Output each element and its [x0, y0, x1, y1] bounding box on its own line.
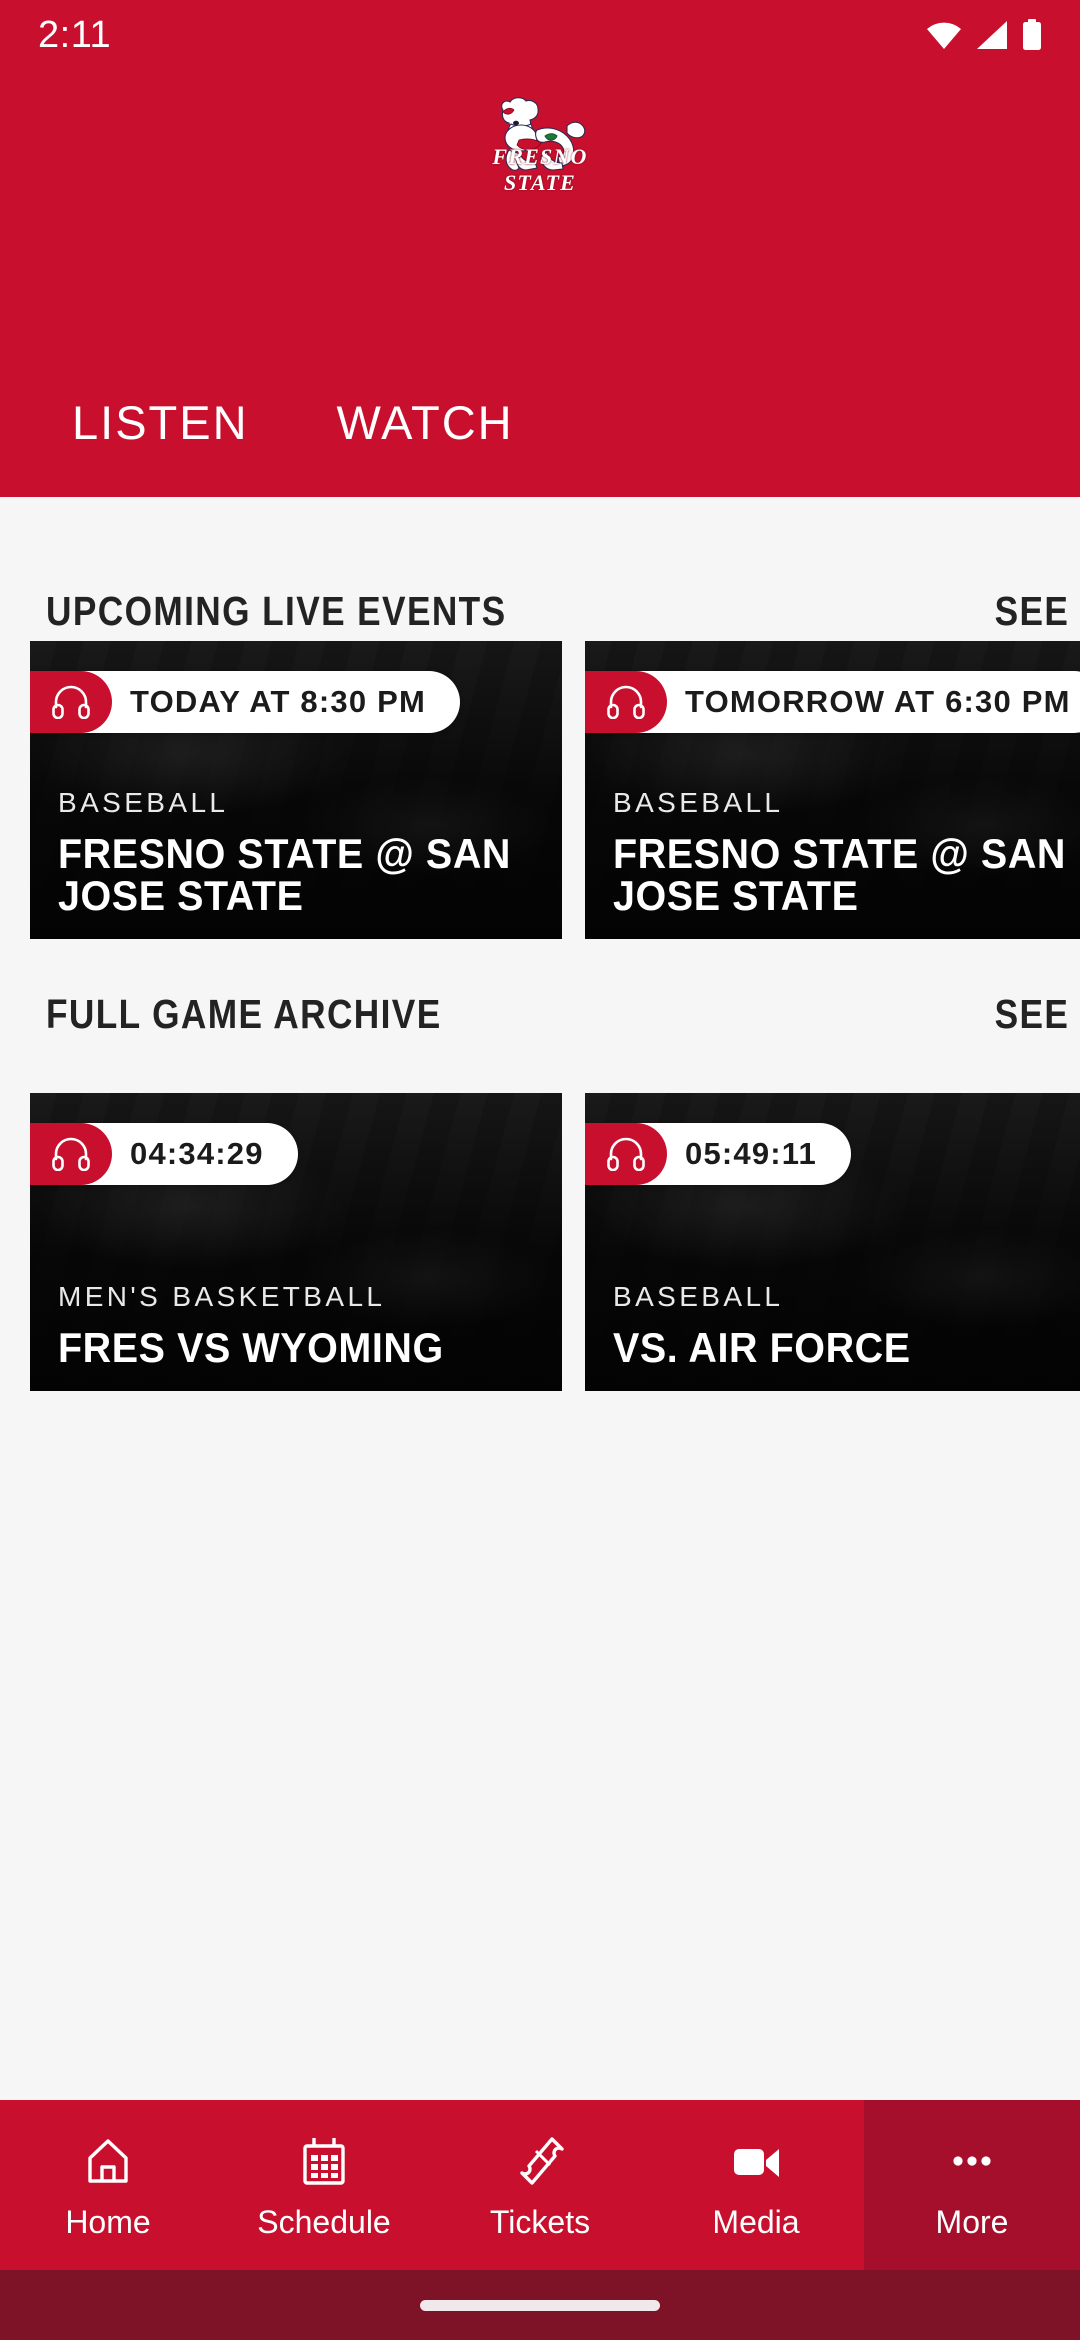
main-content: UPCOMING LIVE EVENTS SEE ALL: [0, 497, 1080, 2100]
headphones-icon: [585, 1123, 667, 1185]
nav-item-media[interactable]: Media: [648, 2100, 864, 2270]
event-time-text: TODAY AT 8:30 PM: [130, 684, 426, 719]
event-sport-label: BASEBALL: [58, 787, 229, 818]
upcoming-events-carousel[interactable]: TODAY AT 8:30 PM BASEBALL FRESNO STATE @…: [0, 641, 1080, 939]
archive-title: FRES VS WYOMING: [58, 1324, 444, 1371]
section-header: UPCOMING LIVE EVENTS SEE ALL: [0, 497, 1080, 635]
nav-item-tickets[interactable]: Tickets: [432, 2100, 648, 2270]
nav-item-more[interactable]: More: [864, 2100, 1080, 2270]
ellipsis-icon: [944, 2130, 1000, 2192]
card-text-block: BASEBALL FRESNO STATE @ SAN JOSE STATE: [58, 787, 542, 917]
calendar-icon: [296, 2130, 352, 2192]
archive-duration-text: 04:34:29: [130, 1136, 264, 1171]
status-bar-clock: 2:11: [38, 13, 112, 56]
tab-watch[interactable]: WATCH: [323, 389, 528, 456]
event-sport-label: BASEBALL: [613, 787, 784, 818]
bottom-navigation: Home Schedule Tickets Media More: [0, 2100, 1080, 2340]
home-icon: [80, 2130, 136, 2192]
event-title: FRESNO STATE @ SAN JOSE STATE: [58, 830, 511, 919]
archive-card[interactable]: 04:34:29 MEN'S BASKETBALL FRES VS WYOMIN…: [30, 1093, 562, 1391]
wifi-icon: [926, 20, 962, 50]
archive-card[interactable]: 05:49:11 BASEBALL VS. AIR FORCE: [585, 1093, 1080, 1391]
logo-wordmark: FRESNO STATE: [492, 144, 588, 195]
headphones-icon: [30, 1123, 112, 1185]
media-tabs: LISTEN WATCH: [0, 347, 1080, 497]
event-time-badge: TOMORROW AT 6:30 PM: [585, 671, 1080, 733]
event-title: FRESNO STATE @ SAN JOSE STATE: [613, 830, 1066, 919]
ticket-icon: [512, 2130, 568, 2192]
card-text-block: BASEBALL FRESNO STATE @ SAN JOSE STATE: [613, 787, 1080, 917]
nav-label-schedule: Schedule: [257, 2203, 391, 2240]
archive-carousel[interactable]: 04:34:29 MEN'S BASKETBALL FRES VS WYOMIN…: [0, 1093, 1080, 1391]
event-card[interactable]: TOMORROW AT 6:30 PM BASEBALL FRESNO STAT…: [585, 641, 1080, 939]
nav-item-home[interactable]: Home: [0, 2100, 216, 2270]
status-bar: 2:11: [0, 0, 1080, 70]
see-all-upcoming-button[interactable]: SEE ALL: [995, 588, 1080, 635]
app-screen: 2:11 FRESNO STATE LISTEN WATCH UPCOMING …: [0, 0, 1080, 2340]
see-all-archive-button[interactable]: SEE ALL: [995, 991, 1080, 1038]
event-time-text: TOMORROW AT 6:30 PM: [685, 684, 1071, 719]
nav-label-tickets: Tickets: [489, 2203, 591, 2240]
archive-duration-badge: 05:49:11: [585, 1123, 851, 1185]
section-title-archive: FULL GAME ARCHIVE: [46, 991, 442, 1037]
cellular-signal-icon: [975, 20, 1009, 50]
nav-label-media: Media: [712, 2203, 800, 2240]
bottom-nav-bar: Home Schedule Tickets Media More: [0, 2100, 1080, 2270]
status-bar-icons: [926, 19, 1042, 51]
nav-label-home: Home: [65, 2203, 151, 2240]
app-header: 2:11 FRESNO STATE LISTEN WATCH: [0, 0, 1080, 497]
nav-item-schedule[interactable]: Schedule: [216, 2100, 432, 2270]
nav-label-more: More: [935, 2203, 1009, 2240]
section-title-upcoming: UPCOMING LIVE EVENTS: [46, 588, 507, 634]
event-card[interactable]: TODAY AT 8:30 PM BASEBALL FRESNO STATE @…: [30, 641, 562, 939]
archive-title: VS. AIR FORCE: [613, 1324, 911, 1371]
archive-sport-label: MEN'S BASKETBALL: [58, 1281, 386, 1312]
card-text-block: BASEBALL VS. AIR FORCE: [613, 1281, 1080, 1369]
section-full-game-archive: FULL GAME ARCHIVE SEE ALL 0: [0, 991, 1080, 1391]
archive-duration-text: 05:49:11: [685, 1136, 817, 1171]
archive-sport-label: BASEBALL: [613, 1281, 784, 1312]
battery-icon: [1022, 19, 1042, 51]
event-time-badge: TODAY AT 8:30 PM: [30, 671, 460, 733]
headphones-icon: [585, 671, 667, 733]
section-upcoming-live-events: UPCOMING LIVE EVENTS SEE ALL: [0, 497, 1080, 939]
team-logo: FRESNO STATE: [0, 96, 1080, 195]
archive-duration-badge: 04:34:29: [30, 1123, 298, 1185]
headphones-icon: [30, 671, 112, 733]
gesture-pill[interactable]: [420, 2299, 660, 2311]
card-text-block: MEN'S BASKETBALL FRES VS WYOMING: [58, 1281, 542, 1369]
tab-listen[interactable]: LISTEN: [58, 389, 263, 456]
section-header: FULL GAME ARCHIVE SEE ALL: [0, 991, 1080, 1087]
system-gesture-bar: [0, 2270, 1080, 2340]
video-camera-icon: [728, 2130, 784, 2192]
